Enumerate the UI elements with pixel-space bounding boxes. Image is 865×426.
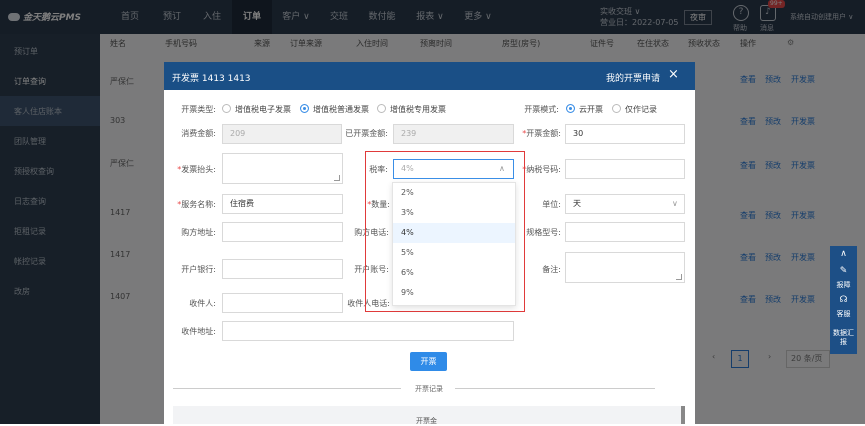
radio-special-invoice[interactable]: 增值税专用发票 [377, 104, 446, 115]
invoice-type-label: 开票类型: [181, 105, 216, 114]
radio-general-invoice[interactable]: 增值税普通发票 [300, 104, 369, 115]
bank-label: 开户银行: [181, 265, 216, 274]
service-name-input[interactable]: 住宿费 [222, 194, 343, 214]
invoice-mode-label: 开票模式: [524, 105, 559, 114]
remark-textarea[interactable] [565, 252, 685, 283]
tax-rate-dropdown: 2% 3% 4% 5% 6% 9% [392, 182, 516, 306]
recipient-input[interactable] [222, 293, 343, 313]
records-scrollbar[interactable] [681, 406, 685, 424]
radio-circle-icon [612, 104, 621, 113]
taxpayer-number-label-text: 纳税号码: [526, 165, 561, 174]
radio-checked-icon [566, 104, 575, 113]
report-fault-label[interactable]: 报障 [830, 280, 857, 290]
issue-invoice-button[interactable]: 开票 [410, 352, 447, 371]
invoice-amount-label-text: 开票金额: [526, 129, 561, 138]
tax-option-4[interactable]: 4% [393, 223, 515, 243]
radio-checked-icon [300, 104, 309, 113]
tax-option-3[interactable]: 3% [393, 203, 515, 223]
radio-circle-icon [377, 104, 386, 113]
tax-option-6[interactable]: 6% [393, 263, 515, 283]
records-column-amount: 开票金 [416, 417, 437, 425]
recipient-address-label: 收件地址: [181, 327, 216, 336]
issued-amount-label: 已开票金额: [345, 129, 388, 138]
service-name-label: *服务名称: [170, 199, 216, 210]
recipient-label: 收件人: [189, 299, 216, 308]
wrench-icon[interactable]: ✎ [830, 266, 857, 276]
radio-electronic-invoice[interactable]: 增值税电子发票 [222, 104, 291, 115]
taxpayer-number-input[interactable] [565, 159, 685, 179]
customer-service-label[interactable]: 客服 [830, 309, 857, 319]
spec-model-input[interactable] [565, 222, 685, 242]
radio-circle-icon [222, 104, 231, 113]
radio-label: 云开票 [579, 105, 603, 114]
buyer-address-input[interactable] [222, 222, 343, 242]
consume-amount-label: 消费金额: [181, 129, 216, 138]
dialog-header: 开发票 1413 1413 我的开票申请 × [164, 62, 695, 90]
invoice-title-label: *发票抬头: [170, 164, 216, 175]
data-report-label[interactable]: 数据汇报 [830, 329, 857, 347]
service-name-label-text: 服务名称: [181, 200, 216, 209]
close-icon[interactable]: × [668, 68, 679, 82]
radio-label: 仅作记录 [625, 105, 657, 114]
invoice-title-label-text: 发票抬头: [181, 165, 216, 174]
scroll-top-icon[interactable]: ∧ [830, 249, 857, 259]
radio-label: 增值税普通发票 [313, 105, 369, 114]
tax-option-5[interactable]: 5% [393, 243, 515, 263]
issued-amount-field: 239 [393, 124, 514, 144]
unit-select[interactable]: 天 [565, 194, 685, 214]
invoice-records-title: 开票记录 [413, 384, 445, 394]
records-table-header: 开票金 [173, 406, 685, 425]
headset-icon[interactable]: ☊ [830, 295, 857, 305]
bank-input[interactable] [222, 259, 343, 279]
dialog-title: 开发票 1413 1413 [172, 74, 251, 84]
invoice-amount-label: *开票金额: [515, 128, 561, 139]
buyer-address-label: 购方地址: [181, 228, 216, 237]
radio-record-only[interactable]: 仅作记录 [612, 104, 657, 115]
floating-toolbar: ∧ ✎ 报障 ☊ 客服 数据汇报 [830, 246, 857, 354]
radio-label: 增值税专用发票 [390, 105, 446, 114]
chevron-down-icon: ∨ [672, 199, 678, 208]
invoice-title-textarea[interactable] [222, 153, 343, 184]
invoice-amount-input[interactable]: 30 [565, 124, 685, 144]
divider-left [173, 388, 401, 389]
tax-option-2[interactable]: 2% [393, 183, 515, 203]
consume-amount-field: 209 [222, 124, 342, 144]
radio-label: 增值税电子发票 [235, 105, 291, 114]
radio-cloud-invoice[interactable]: 云开票 [566, 104, 603, 115]
my-invoice-requests-link[interactable]: 我的开票申请 [606, 71, 660, 84]
tax-option-9[interactable]: 9% [393, 283, 515, 303]
recipient-address-input[interactable] [222, 321, 514, 341]
divider-right [455, 388, 655, 389]
